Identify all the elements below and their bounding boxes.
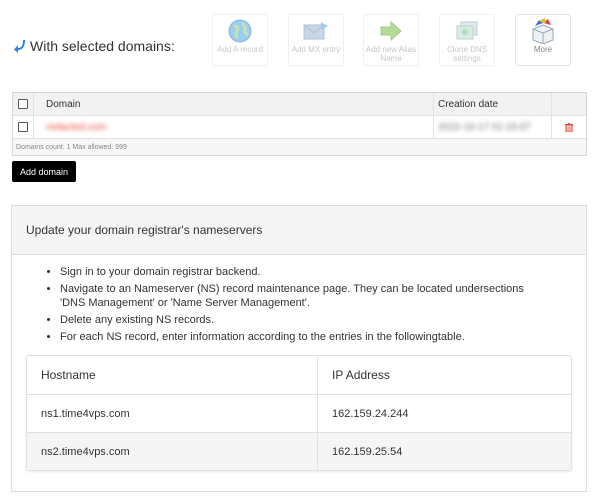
domains-table: Domain Creation date redacted.com 2022-1… bbox=[12, 92, 587, 156]
list-item: Delete any existing NS records. bbox=[60, 313, 586, 327]
box-icon bbox=[529, 18, 557, 44]
hostname-cell: ns2.time4vps.com bbox=[27, 433, 318, 470]
list-item: For each NS record, enter information ac… bbox=[60, 330, 586, 344]
table-header-row: Domain Creation date bbox=[13, 93, 586, 116]
list-item: Sign in to your domain registrar backend… bbox=[60, 265, 586, 279]
globe-icon bbox=[228, 19, 252, 43]
arrow-curve-icon bbox=[14, 40, 25, 53]
ip-cell: 162.159.25.54 bbox=[332, 445, 403, 458]
table-row: ns1.time4vps.com 162.159.24.244 bbox=[27, 395, 571, 433]
column-header-hostname: Hostname bbox=[27, 356, 318, 394]
add-mx-entry-button[interactable]: Add MX entry bbox=[288, 14, 344, 66]
domain-link[interactable]: redacted.com bbox=[46, 122, 107, 133]
bulk-actions-text: With selected domains: bbox=[30, 38, 175, 54]
domains-count: Domains count: 1 Max allowed: 999 bbox=[13, 139, 586, 155]
more-button[interactable]: More bbox=[515, 14, 571, 66]
table-row: ns2.time4vps.com 162.159.25.54 bbox=[27, 433, 571, 470]
add-alias-name-label: Add new Alias Name bbox=[365, 45, 417, 63]
column-header-domain[interactable]: Domain bbox=[33, 93, 433, 115]
table-row: redacted.com 2022-10-17 01:15:07 bbox=[13, 116, 586, 139]
add-a-record-button[interactable]: Add A record bbox=[212, 14, 268, 66]
creation-date: 2022-10-17 01:15:07 bbox=[438, 121, 531, 133]
instructions-list: Sign in to your domain registrar backend… bbox=[12, 265, 586, 344]
panel-title: Update your domain registrar's nameserve… bbox=[12, 206, 586, 255]
add-alias-name-button[interactable]: Add new Alias Name bbox=[363, 14, 419, 66]
column-header-ip: IP Address bbox=[332, 368, 390, 382]
mail-icon bbox=[303, 19, 329, 43]
bulk-actions-label: With selected domains: bbox=[14, 38, 175, 54]
select-all-checkbox[interactable] bbox=[18, 99, 28, 109]
clone-dns-settings-label: Clone DNS settings bbox=[446, 45, 487, 63]
list-item: Navigate to an Nameserver (NS) record ma… bbox=[60, 282, 586, 310]
column-header-creation-date[interactable]: Creation date bbox=[433, 93, 551, 115]
hostname-cell: ns1.time4vps.com bbox=[27, 395, 318, 432]
add-domain-button[interactable]: Add domain bbox=[12, 161, 77, 182]
trash-icon[interactable] bbox=[565, 122, 573, 132]
row-checkbox[interactable] bbox=[18, 122, 28, 132]
arrow-right-icon bbox=[379, 19, 403, 43]
nameservers-panel: Update your domain registrar's nameserve… bbox=[11, 205, 587, 492]
more-label: More bbox=[533, 45, 553, 54]
nameserver-table: Hostname IP Address ns1.time4vps.com 162… bbox=[26, 355, 572, 471]
add-mx-entry-label: Add MX entry bbox=[291, 45, 341, 54]
ip-cell: 162.159.24.244 bbox=[332, 407, 409, 420]
clone-icon bbox=[455, 19, 479, 43]
table-header-row: Hostname IP Address bbox=[27, 356, 571, 395]
add-a-record-label: Add A record bbox=[217, 45, 263, 54]
clone-dns-settings-button[interactable]: Clone DNS settings bbox=[439, 14, 495, 66]
